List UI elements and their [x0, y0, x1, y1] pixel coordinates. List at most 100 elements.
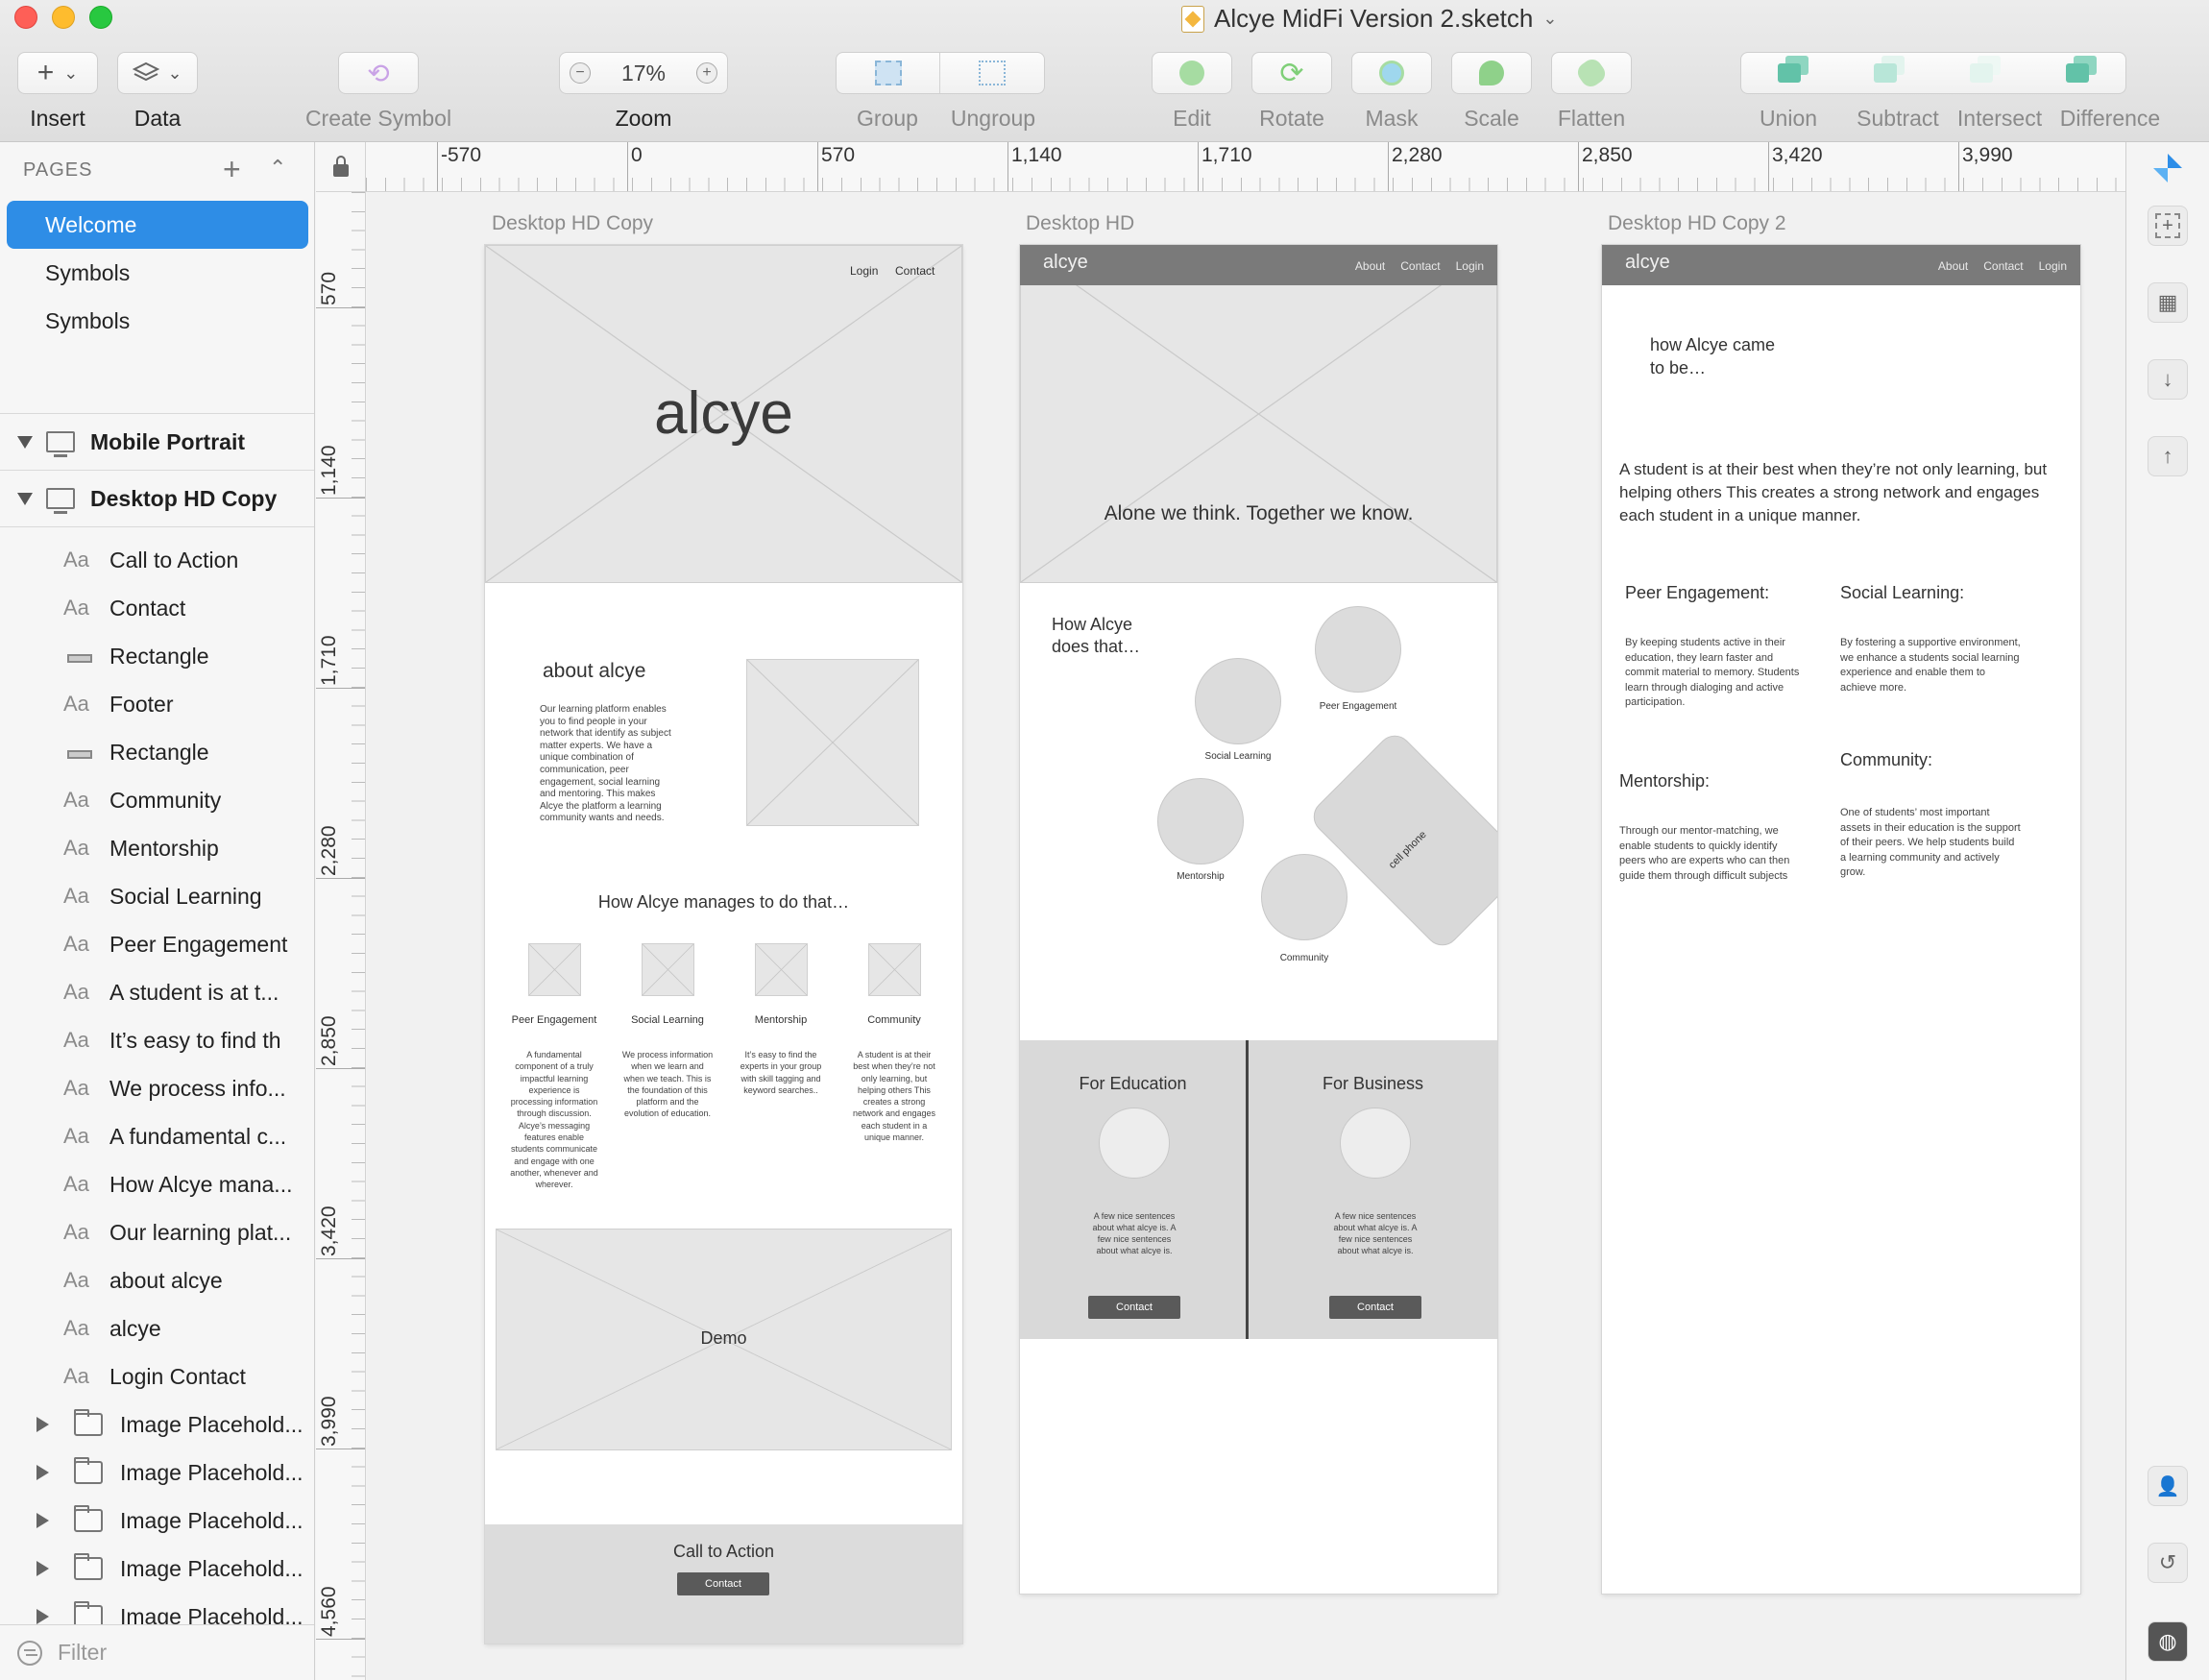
- nav-contact-link[interactable]: Contact: [895, 264, 935, 278]
- arrow-up-icon[interactable]: ↑: [2148, 436, 2188, 476]
- artboard-title[interactable]: Desktop HD: [1026, 212, 1134, 235]
- layer-item[interactable]: Image Placehold...: [0, 1497, 314, 1545]
- layer-item[interactable]: Aa Community: [0, 776, 314, 824]
- add-frame-icon[interactable]: +: [2148, 206, 2188, 246]
- globe-icon[interactable]: ◍: [2148, 1621, 2188, 1662]
- nav-brand[interactable]: alcye: [1043, 252, 1088, 274]
- data-button[interactable]: ⌄: [117, 52, 198, 94]
- nav-contact-link[interactable]: Contact: [1983, 259, 2023, 273]
- layer-item[interactable]: Image Placehold...: [0, 1545, 314, 1593]
- hero-image-placeholder[interactable]: [1020, 245, 1497, 583]
- layer-item[interactable]: Image Placehold...: [0, 1449, 314, 1497]
- mask-button[interactable]: [1351, 52, 1432, 94]
- layer-item[interactable]: Aa Login Contact: [0, 1352, 314, 1400]
- nav-login-link[interactable]: Login: [2039, 259, 2067, 273]
- layer-item[interactable]: Aa Peer Engagement: [0, 920, 314, 968]
- artboard-mobile-portrait[interactable]: Mobile Portrait: [0, 414, 314, 470]
- rotate-button[interactable]: ⟳: [1251, 52, 1332, 94]
- nav-login-link[interactable]: Login: [850, 264, 878, 278]
- zoom-out-button[interactable]: −: [570, 62, 591, 84]
- nav-contact-link[interactable]: Contact: [1400, 259, 1440, 273]
- artboard-desktop-hd-copy[interactable]: Login Contact alcye about alcye Our lear…: [485, 245, 962, 1643]
- page-item-symbols[interactable]: Symbols: [7, 249, 308, 297]
- history-icon[interactable]: ↺: [2148, 1543, 2188, 1583]
- layer-item[interactable]: Aa Footer: [0, 680, 314, 728]
- vertical-ruler[interactable]: 570 1,140 1,710 2,280 2,850 3,420 3,990 4,560: [316, 192, 366, 1680]
- pointer-icon[interactable]: [2148, 148, 2188, 188]
- demo-video-placeholder[interactable]: Demo: [496, 1229, 952, 1450]
- canvas[interactable]: Desktop HD Copy Login Contact alcye abou…: [367, 193, 2125, 1680]
- layer-item[interactable]: Aa A fundamental c...: [0, 1112, 314, 1160]
- artboard-desktop-hd[interactable]: alcye About Contact Login Alone we think…: [1020, 245, 1497, 1594]
- disclosure-triangle-icon[interactable]: [36, 1513, 49, 1528]
- layer-item[interactable]: Aa Social Learning: [0, 872, 314, 920]
- grid-icon[interactable]: ▦: [2148, 282, 2188, 323]
- feature-image-placeholder[interactable]: [642, 943, 694, 996]
- disclosure-triangle-icon[interactable]: [17, 492, 33, 505]
- create-symbol-button[interactable]: ⟲: [338, 52, 419, 94]
- arrow-down-icon[interactable]: ↓: [2148, 359, 2188, 400]
- layer-item[interactable]: Aa Call to Action: [0, 536, 314, 584]
- window-minimize-button[interactable]: [52, 6, 75, 29]
- layer-item[interactable]: Aa Mentorship: [0, 824, 314, 872]
- layer-item[interactable]: Aa about alcye: [0, 1256, 314, 1304]
- nav-about-link[interactable]: About: [1355, 259, 1385, 273]
- layer-item[interactable]: Rectangle: [0, 728, 314, 776]
- layer-item[interactable]: Image Placehold...: [0, 1400, 314, 1449]
- insert-button[interactable]: + ⌄: [17, 52, 98, 94]
- ungroup-icon: [979, 61, 1006, 85]
- about-image-placeholder[interactable]: [746, 659, 919, 826]
- disclosure-triangle-icon[interactable]: [36, 1465, 49, 1480]
- page-item-symbols-2[interactable]: Symbols: [7, 297, 308, 345]
- window-close-button[interactable]: [14, 6, 37, 29]
- ruler-lock[interactable]: [316, 142, 366, 192]
- union-button[interactable]: [1741, 63, 1837, 83]
- flatten-button[interactable]: [1551, 52, 1632, 94]
- artboard-desktop-hd-copy[interactable]: Desktop HD Copy: [0, 471, 314, 526]
- edit-button[interactable]: [1152, 52, 1232, 94]
- add-page-icon[interactable]: +: [223, 152, 241, 187]
- nav-about-link[interactable]: About: [1938, 259, 1968, 273]
- feature-image-placeholder[interactable]: [755, 943, 808, 996]
- layer-item[interactable]: Aa Our learning plat...: [0, 1208, 314, 1256]
- disclosure-triangle-icon[interactable]: [36, 1609, 49, 1624]
- window-maximize-button[interactable]: [89, 6, 112, 29]
- horizontal-ruler[interactable]: -570 0 570 1,140 1,710 2,280 2,850 3,420 3,990: [366, 142, 2125, 192]
- collapse-pages-icon[interactable]: ⌃: [269, 156, 286, 181]
- subtract-button[interactable]: [1837, 63, 1933, 83]
- nav-brand[interactable]: alcye: [1625, 252, 1670, 274]
- chevron-down-icon[interactable]: ⌄: [1542, 9, 1557, 29]
- window-title[interactable]: Alcye MidFi Version 2.sketch ⌄: [1181, 4, 1557, 34]
- filter-input[interactable]: Filter: [58, 1640, 107, 1666]
- scale-button[interactable]: [1451, 52, 1532, 94]
- disclosure-triangle-icon[interactable]: [36, 1417, 49, 1432]
- artboard-title[interactable]: Desktop HD Copy 2: [1608, 212, 1786, 235]
- filter-bar[interactable]: Filter: [0, 1624, 314, 1680]
- zoom-control[interactable]: − 17% +: [559, 52, 728, 94]
- layer-item[interactable]: Rectangle: [0, 632, 314, 680]
- nav-login-link[interactable]: Login: [1456, 259, 1484, 273]
- layer-item[interactable]: Aa Contact: [0, 584, 314, 632]
- intersect-button[interactable]: [1933, 63, 2029, 83]
- feature-image-placeholder[interactable]: [528, 943, 581, 996]
- feature-image-placeholder[interactable]: [868, 943, 921, 996]
- layers-sidebar: PAGES + ⌃ Welcome Symbols Symbols Mobile…: [0, 142, 315, 1680]
- disclosure-triangle-icon[interactable]: [17, 435, 33, 449]
- layer-item[interactable]: Aa We process info...: [0, 1064, 314, 1112]
- cta-contact-button[interactable]: Contact: [677, 1572, 769, 1595]
- group-button[interactable]: [837, 53, 940, 93]
- ungroup-button[interactable]: [940, 53, 1044, 93]
- disclosure-triangle-icon[interactable]: [36, 1561, 49, 1576]
- layer-item[interactable]: Aa It’s easy to find th: [0, 1016, 314, 1064]
- difference-button[interactable]: [2029, 63, 2125, 83]
- artboard-desktop-hd-copy-2[interactable]: alcye About Contact Login how Alcye came…: [1602, 245, 2080, 1594]
- add-user-icon[interactable]: 👤: [2148, 1466, 2188, 1506]
- layer-item[interactable]: Aa alcye: [0, 1304, 314, 1352]
- layer-item[interactable]: Aa How Alcye mana...: [0, 1160, 314, 1208]
- business-contact-button[interactable]: Contact: [1329, 1296, 1421, 1319]
- zoom-in-button[interactable]: +: [695, 62, 717, 84]
- education-contact-button[interactable]: Contact: [1088, 1296, 1180, 1319]
- page-item-welcome[interactable]: Welcome: [7, 201, 308, 249]
- artboard-title[interactable]: Desktop HD Copy: [492, 212, 653, 235]
- layer-item[interactable]: Aa A student is at t...: [0, 968, 314, 1016]
